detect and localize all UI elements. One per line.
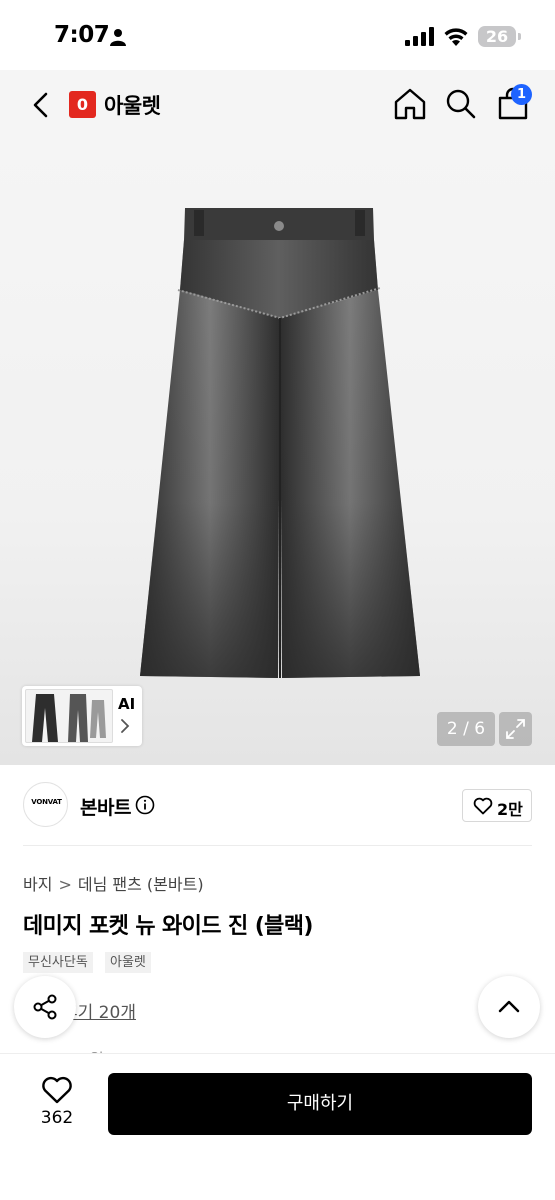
chevron-right-icon [121, 719, 130, 733]
outlet-logo[interactable]: 0 [69, 91, 96, 118]
brand-logo-text: VONVAT [31, 798, 62, 806]
back-icon[interactable] [28, 90, 54, 120]
info-icon[interactable] [135, 795, 155, 815]
status-bar: 7:07 26 [0, 0, 555, 70]
battery-icon: 26 [478, 26, 516, 47]
heart-icon[interactable] [41, 1076, 73, 1104]
expand-button[interactable] [499, 712, 532, 746]
breadcrumb-separator: > [58, 875, 72, 894]
ai-label: AI [118, 695, 136, 713]
wifi-icon [444, 28, 468, 46]
battery-tip [518, 33, 521, 40]
battery-level: 26 [485, 27, 509, 46]
purchase-bar: 362 구매하기 [0, 1053, 555, 1200]
breadcrumb: 바지 > 데님 팬츠 (본바트) [23, 871, 204, 895]
product-like-count: 362 [40, 1108, 74, 1128]
ai-thumbnail-card[interactable]: AI [22, 686, 142, 746]
brand-like-count: 2만 [497, 800, 523, 819]
breadcrumb-category[interactable]: 바지 [23, 875, 52, 894]
chevron-up-icon [498, 1000, 520, 1013]
brand-like-button[interactable]: 2만 [462, 789, 532, 822]
scroll-top-button[interactable] [478, 976, 540, 1038]
share-button[interactable] [14, 976, 76, 1038]
search-icon[interactable] [444, 87, 478, 121]
expand-icon [506, 719, 525, 739]
signal-icon [405, 27, 434, 46]
heart-icon [473, 797, 493, 815]
breadcrumb-subcategory[interactable]: 데님 팬츠 (본바트) [78, 875, 204, 894]
image-counter: 2 / 6 [437, 712, 495, 746]
person-icon [110, 29, 126, 46]
outlet-title[interactable]: 아울렛 [104, 90, 161, 120]
share-icon [33, 994, 57, 1020]
tag-outlet: 아울렛 [105, 952, 151, 973]
status-time: 7:07 [54, 22, 110, 48]
top-nav: 0 아울렛 1 [0, 70, 555, 140]
brand-name[interactable]: 본바트 [80, 793, 131, 820]
cart-badge: 1 [511, 84, 532, 105]
product-image [140, 208, 420, 678]
brand-avatar[interactable]: VONVAT [23, 782, 68, 827]
thumbnail-image [25, 689, 113, 743]
buy-button[interactable]: 구매하기 [108, 1073, 532, 1135]
product-title: 데미지 포켓 뉴 와이드 진 (블랙) [23, 914, 313, 939]
product-gallery[interactable]: AI 2 / 6 [0, 140, 555, 765]
thumbnail-jeans [32, 694, 106, 742]
tag-exclusive: 무신사단독 [23, 952, 93, 973]
divider [23, 845, 532, 846]
home-icon[interactable] [393, 87, 427, 121]
